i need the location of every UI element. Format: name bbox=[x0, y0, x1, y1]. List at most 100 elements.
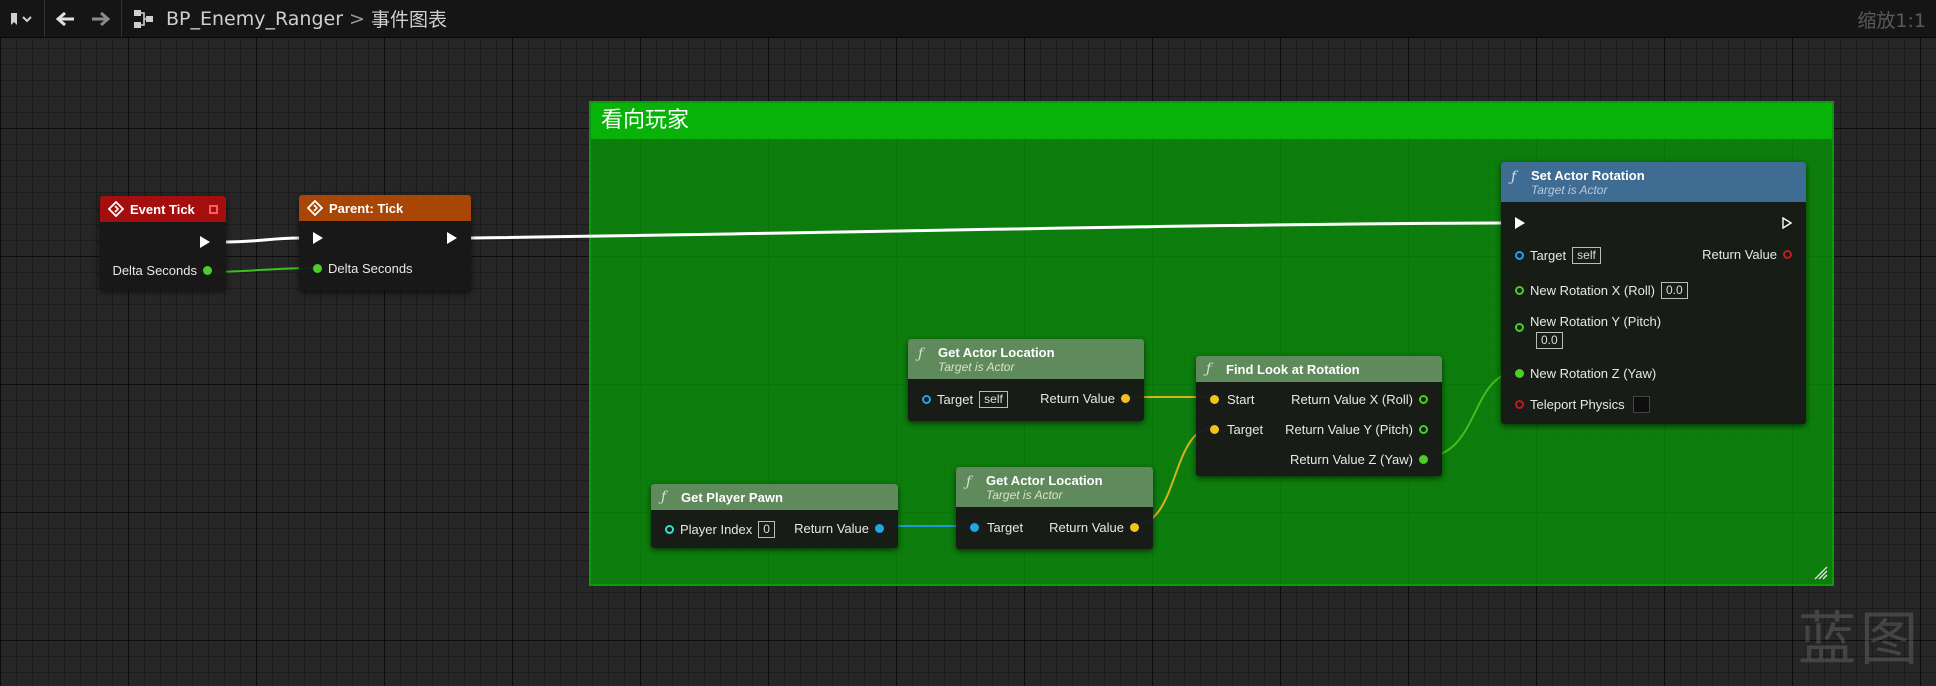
get-actor-location-2-subtitle: Target is Actor bbox=[986, 487, 1063, 502]
return-y-label: Return Value Y (Pitch) bbox=[1285, 422, 1413, 437]
function-icon: ƒ bbox=[661, 489, 667, 505]
exec-wire-parent-set-rotation bbox=[469, 221, 1503, 240]
event-tick-title: Event Tick bbox=[130, 201, 195, 217]
exec-pin-icon bbox=[200, 236, 210, 248]
target-label: Target bbox=[1530, 248, 1567, 263]
set-actor-rotation-title: Set Actor Rotation bbox=[1531, 167, 1645, 183]
return-value-label: Return Value bbox=[1049, 520, 1124, 535]
teleport-physics-label: Teleport Physics bbox=[1530, 397, 1625, 412]
get-location-2-target-pin[interactable]: Target bbox=[970, 520, 1023, 535]
target-label: Target bbox=[937, 392, 974, 407]
teleport-physics-pin[interactable]: Teleport Physics bbox=[1515, 396, 1650, 413]
player-pawn-return-pin[interactable]: Return Value bbox=[794, 521, 884, 536]
rot-x-field[interactable]: 0.0 bbox=[1661, 282, 1688, 299]
return-x-pin[interactable]: Return Value X (Roll) bbox=[1291, 392, 1428, 407]
set-rotation-return-pin[interactable]: Return Value bbox=[1702, 247, 1792, 262]
event-tick-node[interactable]: Event Tick Delta Seconds bbox=[100, 196, 226, 290]
set-rotation-exec-out[interactable] bbox=[1782, 217, 1792, 229]
bool-pin-icon bbox=[1783, 250, 1792, 259]
event-delegate-pin[interactable] bbox=[209, 204, 218, 214]
rot-y-field[interactable]: 0.0 bbox=[1536, 332, 1563, 349]
return-x-label: Return Value X (Roll) bbox=[1291, 392, 1413, 407]
vector-pin-icon bbox=[1210, 425, 1219, 434]
get-player-pawn-header[interactable]: ƒ Get Player Pawn bbox=[651, 484, 898, 510]
get-actor-location-node[interactable]: ƒ Get Actor Location Target is Actor Tar… bbox=[908, 339, 1144, 421]
rot-z-pin[interactable]: New Rotation Z (Yaw) bbox=[1515, 366, 1656, 381]
vector-pin-icon bbox=[1210, 395, 1219, 404]
find-look-start-pin[interactable]: Start bbox=[1210, 392, 1254, 407]
float-pin-icon bbox=[1515, 286, 1524, 295]
rot-y-pin[interactable]: New Rotation Y (Pitch) 0.0 bbox=[1515, 314, 1661, 349]
float-pin-icon bbox=[1515, 369, 1524, 378]
object-pin-icon bbox=[875, 524, 884, 533]
target-label: Target bbox=[987, 520, 1024, 535]
function-icon: ƒ bbox=[1511, 169, 1517, 185]
set-rotation-exec-in[interactable] bbox=[1515, 217, 1525, 229]
exec-pin-icon bbox=[447, 232, 457, 244]
start-label: Start bbox=[1227, 392, 1255, 407]
object-pin-icon bbox=[970, 523, 979, 532]
set-actor-rotation-header[interactable]: ƒ Set Actor Rotation Target is Actor bbox=[1501, 162, 1806, 202]
get-location-return-pin[interactable]: Return Value bbox=[1040, 391, 1130, 406]
get-actor-location-node-2[interactable]: ƒ Get Actor Location Target is Actor Tar… bbox=[956, 467, 1153, 549]
parent-tick-exec-out[interactable] bbox=[447, 232, 457, 244]
bool-pin-icon bbox=[1515, 400, 1524, 409]
exec-pin-icon bbox=[1515, 217, 1525, 229]
get-actor-location-title: Get Actor Location bbox=[938, 344, 1055, 360]
exec-wire-tick-parent bbox=[224, 236, 301, 244]
float-pin-icon bbox=[1419, 425, 1428, 434]
return-z-label: Return Value Z (Yaw) bbox=[1289, 452, 1413, 467]
float-pin-icon bbox=[203, 266, 212, 275]
rot-x-pin[interactable]: New Rotation X (Roll) 0.0 bbox=[1515, 282, 1688, 299]
get-actor-location-header[interactable]: ƒ Get Actor Location Target is Actor bbox=[908, 339, 1144, 379]
get-actor-location-2-header[interactable]: ƒ Get Actor Location Target is Actor bbox=[956, 467, 1153, 507]
parent-tick-delta-pin[interactable]: Delta Seconds bbox=[313, 261, 413, 276]
parent-tick-exec-in[interactable] bbox=[313, 232, 323, 244]
exec-pin-icon bbox=[313, 232, 323, 244]
function-icon: ƒ bbox=[918, 346, 924, 362]
player-index-field[interactable]: 0 bbox=[758, 521, 775, 538]
get-location-target-pin[interactable]: Target self bbox=[922, 391, 1008, 408]
target-self-field[interactable]: self bbox=[1572, 247, 1601, 264]
blueprint-watermark: 蓝图 bbox=[1797, 605, 1922, 673]
object-pin-icon bbox=[1515, 251, 1524, 260]
event-tick-exec-out[interactable] bbox=[200, 236, 210, 248]
get-player-pawn-title: Get Player Pawn bbox=[681, 489, 783, 505]
set-actor-rotation-subtitle: Target is Actor bbox=[1531, 182, 1608, 197]
set-rotation-target-pin[interactable]: Target self bbox=[1515, 247, 1601, 264]
target-self-field[interactable]: self bbox=[979, 391, 1008, 408]
find-look-at-rotation-node[interactable]: ƒ Find Look at Rotation Start Target Ret… bbox=[1196, 356, 1442, 476]
function-icon: ƒ bbox=[1206, 361, 1212, 377]
event-tick-header[interactable]: Event Tick bbox=[100, 196, 226, 222]
return-value-label: Return Value bbox=[1040, 391, 1115, 406]
delta-seconds-label: Delta Seconds bbox=[112, 263, 197, 278]
find-look-target-pin[interactable]: Target bbox=[1210, 422, 1263, 437]
function-icon: ƒ bbox=[966, 474, 972, 490]
object-pin-icon bbox=[922, 395, 931, 404]
get-player-pawn-node[interactable]: ƒ Get Player Pawn Player Index 0 Return … bbox=[651, 484, 898, 548]
return-y-pin[interactable]: Return Value Y (Pitch) bbox=[1285, 422, 1428, 437]
exec-pin-empty-icon bbox=[1782, 217, 1792, 229]
teleport-physics-checkbox[interactable] bbox=[1632, 396, 1650, 413]
target-label: Target bbox=[1227, 422, 1264, 437]
player-index-pin[interactable]: Player Index 0 bbox=[665, 521, 775, 538]
rot-x-label: New Rotation X (Roll) bbox=[1530, 283, 1655, 298]
set-actor-rotation-node[interactable]: ƒ Set Actor Rotation Target is Actor Tar… bbox=[1501, 162, 1806, 424]
return-value-label: Return Value bbox=[794, 521, 869, 536]
event-diamond-icon bbox=[307, 200, 323, 216]
return-z-pin[interactable]: Return Value Z (Yaw) bbox=[1290, 452, 1428, 467]
vector-pin-icon bbox=[1130, 523, 1139, 532]
parent-tick-header[interactable]: Parent: Tick bbox=[299, 195, 471, 221]
parent-tick-node[interactable]: Parent: Tick Delta Seconds bbox=[299, 195, 471, 291]
float-pin-icon bbox=[313, 264, 322, 273]
event-tick-delta-pin[interactable]: Delta Seconds bbox=[112, 263, 212, 278]
player-index-label: Player Index bbox=[680, 522, 753, 537]
vector-pin-icon bbox=[1121, 394, 1130, 403]
get-actor-location-subtitle: Target is Actor bbox=[938, 359, 1015, 374]
rot-y-label: New Rotation Y (Pitch) bbox=[1530, 314, 1662, 329]
int-pin-icon bbox=[665, 525, 674, 534]
float-pin-icon bbox=[1419, 395, 1428, 404]
float-pin-icon bbox=[1515, 323, 1524, 332]
get-location-2-return-pin[interactable]: Return Value bbox=[1049, 520, 1139, 535]
find-look-at-rotation-header[interactable]: ƒ Find Look at Rotation bbox=[1196, 356, 1442, 382]
